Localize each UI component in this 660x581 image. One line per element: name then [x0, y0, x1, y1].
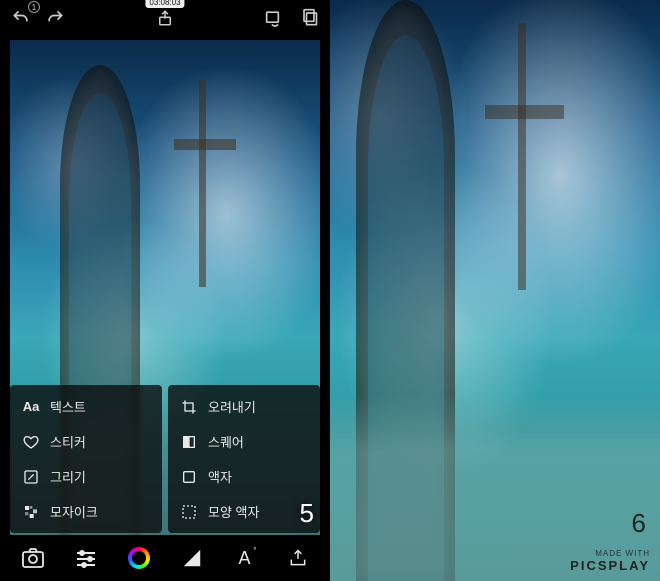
result-cross-h [485, 105, 564, 119]
color-ring-icon [128, 547, 150, 569]
camera-icon [21, 547, 45, 569]
text-tool-button[interactable]: A° [229, 542, 261, 574]
color-button[interactable] [123, 542, 155, 574]
menu-item-square[interactable]: 스퀘어 [168, 424, 320, 459]
timestamp-pill: 03:08:03 [145, 0, 184, 8]
sliders-icon [74, 547, 98, 569]
menu-item-label: 그리기 [50, 467, 86, 486]
menu-item-label: 모자이크 [50, 502, 98, 521]
levels-button[interactable] [176, 542, 208, 574]
redo-button[interactable] [44, 7, 66, 29]
text-aa-icon: Aa [22, 398, 40, 416]
menu-item-shape-frame[interactable]: 모양 액자 [168, 494, 320, 529]
camera-button[interactable] [17, 542, 49, 574]
layers-icon [299, 8, 319, 28]
menu-item-label: 모양 액자 [208, 502, 259, 521]
undo-badge: 1 [28, 1, 40, 13]
crop-icon [180, 398, 198, 416]
tool-menu-col-1: Aa 텍스트 스티커 그리기 모자이크 [10, 385, 162, 533]
top-toolbar-left: 1 [10, 7, 66, 29]
menu-item-label: 스퀘어 [208, 432, 244, 451]
bottom-toolbar: A° [0, 535, 330, 581]
result-panel: 6 MADE WITH PICSPLAY [330, 0, 660, 581]
result-cross-v [518, 23, 526, 290]
layers-button[interactable] [298, 7, 320, 29]
share-button[interactable]: 03:08:03 [154, 7, 176, 29]
page-number-right: 6 [632, 508, 646, 539]
menu-item-draw[interactable]: 그리기 [10, 459, 162, 494]
menu-item-text[interactable]: Aa 텍스트 [10, 389, 162, 424]
adjust-button[interactable] [70, 542, 102, 574]
shape-frame-icon [180, 503, 198, 521]
mosaic-icon [22, 503, 40, 521]
menu-item-label: 텍스트 [50, 397, 86, 416]
share-up-icon [156, 8, 174, 28]
canvas-cross-v [199, 80, 206, 288]
undo-icon [11, 8, 31, 28]
page-number-left: 5 [300, 498, 314, 529]
compare-icon [265, 9, 285, 27]
export-icon [288, 547, 308, 569]
heart-icon [22, 433, 40, 451]
compare-button[interactable] [264, 7, 286, 29]
menu-item-frame[interactable]: 액자 [168, 459, 320, 494]
top-toolbar: 1 03:08:03 [0, 0, 330, 36]
square-half-icon [180, 433, 198, 451]
menu-item-label: 스티커 [50, 432, 86, 451]
menu-item-mosaic[interactable]: 모자이크 [10, 494, 162, 529]
menu-item-label: 액자 [208, 467, 232, 486]
frame-icon [180, 468, 198, 486]
top-toolbar-right [264, 7, 320, 29]
text-a-icon: A° [238, 548, 250, 569]
editor-panel: 1 03:08:03 Aa [0, 0, 330, 581]
tool-menu-col-2: 오려내기 스퀘어 액자 모양 액자 [168, 385, 320, 533]
canvas-cross-h [174, 139, 236, 150]
export-button[interactable] [282, 542, 314, 574]
menu-item-label: 오려내기 [208, 397, 256, 416]
watermark-brand: PICSPLAY [570, 558, 650, 573]
menu-item-crop[interactable]: 오려내기 [168, 389, 320, 424]
watermark-made: MADE WITH [570, 549, 650, 558]
menu-item-sticker[interactable]: 스티커 [10, 424, 162, 459]
levels-icon [181, 547, 203, 569]
redo-icon [45, 8, 65, 28]
watermark: MADE WITH PICSPLAY [570, 549, 650, 573]
tool-menu: Aa 텍스트 스티커 그리기 모자이크 [10, 385, 320, 533]
pencil-icon [22, 468, 40, 486]
undo-button[interactable]: 1 [10, 7, 32, 29]
